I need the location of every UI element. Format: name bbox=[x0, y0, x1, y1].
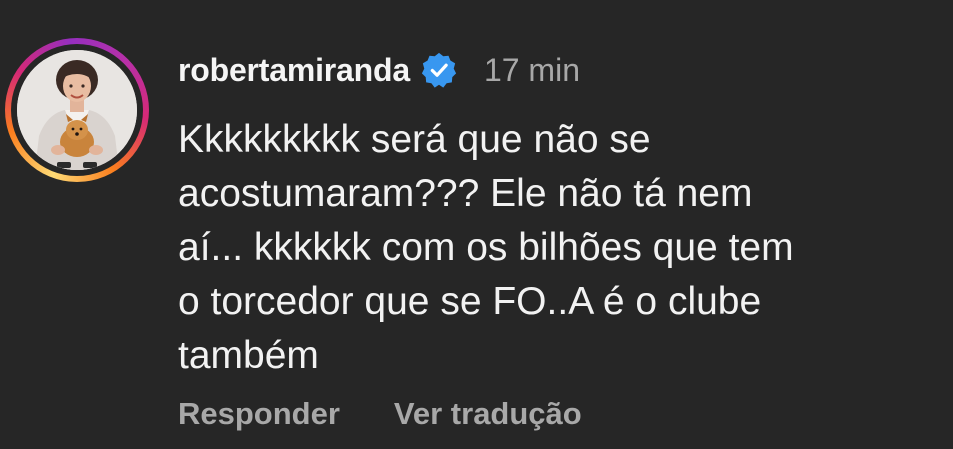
comment-header: robertamiranda 17 min bbox=[178, 48, 580, 92]
comment-timestamp: 17 min bbox=[483, 51, 580, 88]
avatar[interactable] bbox=[17, 50, 137, 170]
see-translation-button[interactable]: Ver tradução bbox=[394, 396, 582, 432]
verified-badge-icon bbox=[420, 51, 458, 89]
story-ring[interactable] bbox=[5, 38, 149, 182]
comment: robertamiranda 17 min Kkkkkkkkk será que… bbox=[0, 0, 953, 449]
avatar-photo bbox=[17, 50, 137, 170]
comment-text: Kkkkkkkkk será que não se acostumaram???… bbox=[178, 118, 794, 377]
comment-actions: Responder Ver tradução bbox=[178, 396, 582, 432]
username[interactable]: robertamiranda bbox=[178, 52, 410, 89]
reply-button[interactable]: Responder bbox=[178, 396, 340, 432]
